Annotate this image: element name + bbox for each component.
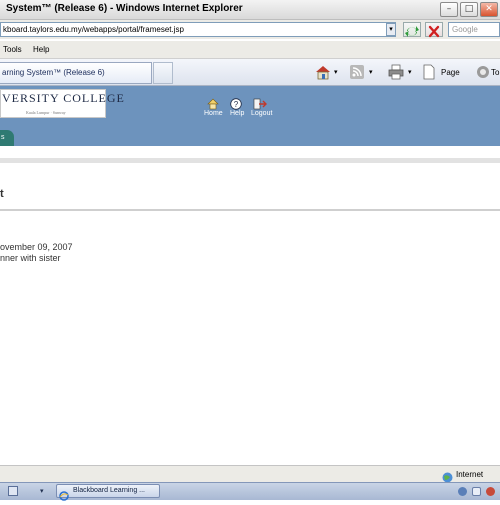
logout-nav-icon-wrap[interactable] (253, 95, 267, 110)
college-logo-text: VERSITY COLLEGE (2, 91, 125, 105)
gear-icon (477, 66, 489, 78)
globe-icon (442, 468, 453, 483)
menu-bar (0, 41, 500, 59)
refresh-icon (405, 26, 419, 37)
stop-icon (428, 25, 440, 38)
refresh-button[interactable] (403, 22, 421, 37)
quick-launch-icon[interactable] (8, 486, 18, 496)
page-menu-icon-wrap[interactable] (422, 64, 438, 80)
feeds-button[interactable] (349, 64, 367, 80)
printer-icon (388, 64, 404, 80)
maximize-button[interactable]: □ (460, 2, 478, 17)
nav-logout[interactable]: Logout (251, 110, 272, 117)
print-dropdown-icon[interactable]: ▾ (408, 64, 416, 80)
college-logo-subtext: Kuala Lumpur · Sunway (26, 110, 66, 115)
search-input[interactable]: Google (448, 22, 500, 37)
rss-icon (350, 65, 364, 79)
browser-tab[interactable]: arning System™ (Release 6) (0, 62, 152, 84)
new-tab-button[interactable] (153, 62, 173, 84)
minimize-button[interactable]: – (440, 2, 458, 17)
menu-help[interactable]: Help (33, 45, 49, 54)
content-divider (0, 158, 500, 163)
security-zone: Internet (456, 470, 484, 479)
home-nav-icon-wrap[interactable] (207, 95, 219, 110)
nav-home[interactable]: Home (204, 110, 223, 117)
home-button[interactable] (314, 64, 332, 80)
print-button[interactable] (387, 64, 405, 80)
taskbar-ie-button[interactable]: Blackboard Learning ... (56, 484, 160, 498)
ie-icon (59, 486, 69, 501)
content-top-band (0, 146, 500, 158)
status-bar (0, 465, 500, 482)
course-tab-label[interactable]: s (1, 134, 5, 141)
quick-launch-expand-icon[interactable]: ▾ (40, 487, 44, 495)
page-title: t (0, 188, 4, 200)
help-icon: ? (230, 98, 242, 110)
help-nav-icon-wrap[interactable]: ? (230, 95, 242, 110)
home-icon (316, 66, 330, 80)
tray-network-icon[interactable] (458, 487, 467, 496)
feeds-dropdown-icon[interactable]: ▾ (369, 64, 377, 80)
heading-divider (0, 209, 500, 211)
address-dropdown-button[interactable]: ▾ (386, 23, 396, 36)
page-menu[interactable]: Page (441, 68, 460, 77)
tray-alert-icon[interactable] (486, 487, 495, 496)
entry-title: nner with sister (0, 253, 61, 263)
tools-menu-icon-wrap[interactable] (475, 64, 491, 80)
tray-volume-icon[interactable] (472, 487, 481, 496)
close-button[interactable]: ✕ (480, 2, 498, 17)
stop-button[interactable] (425, 22, 443, 38)
home-dropdown-icon[interactable]: ▾ (334, 64, 342, 80)
logout-icon (253, 98, 267, 110)
home-icon (207, 98, 219, 110)
tools-menu[interactable]: To (491, 68, 499, 77)
course-tab-strip (0, 128, 500, 146)
page-icon (423, 64, 435, 80)
menu-tools[interactable]: Tools (3, 45, 22, 54)
nav-help[interactable]: Help (230, 110, 244, 117)
svg-text:?: ? (234, 100, 239, 109)
window-title: System™ (Release 6) - Windows Internet E… (6, 3, 243, 14)
address-input[interactable]: kboard.taylors.edu.my/webapps/portal/fra… (0, 22, 396, 37)
entry-date: ovember 09, 2007 (0, 242, 73, 252)
